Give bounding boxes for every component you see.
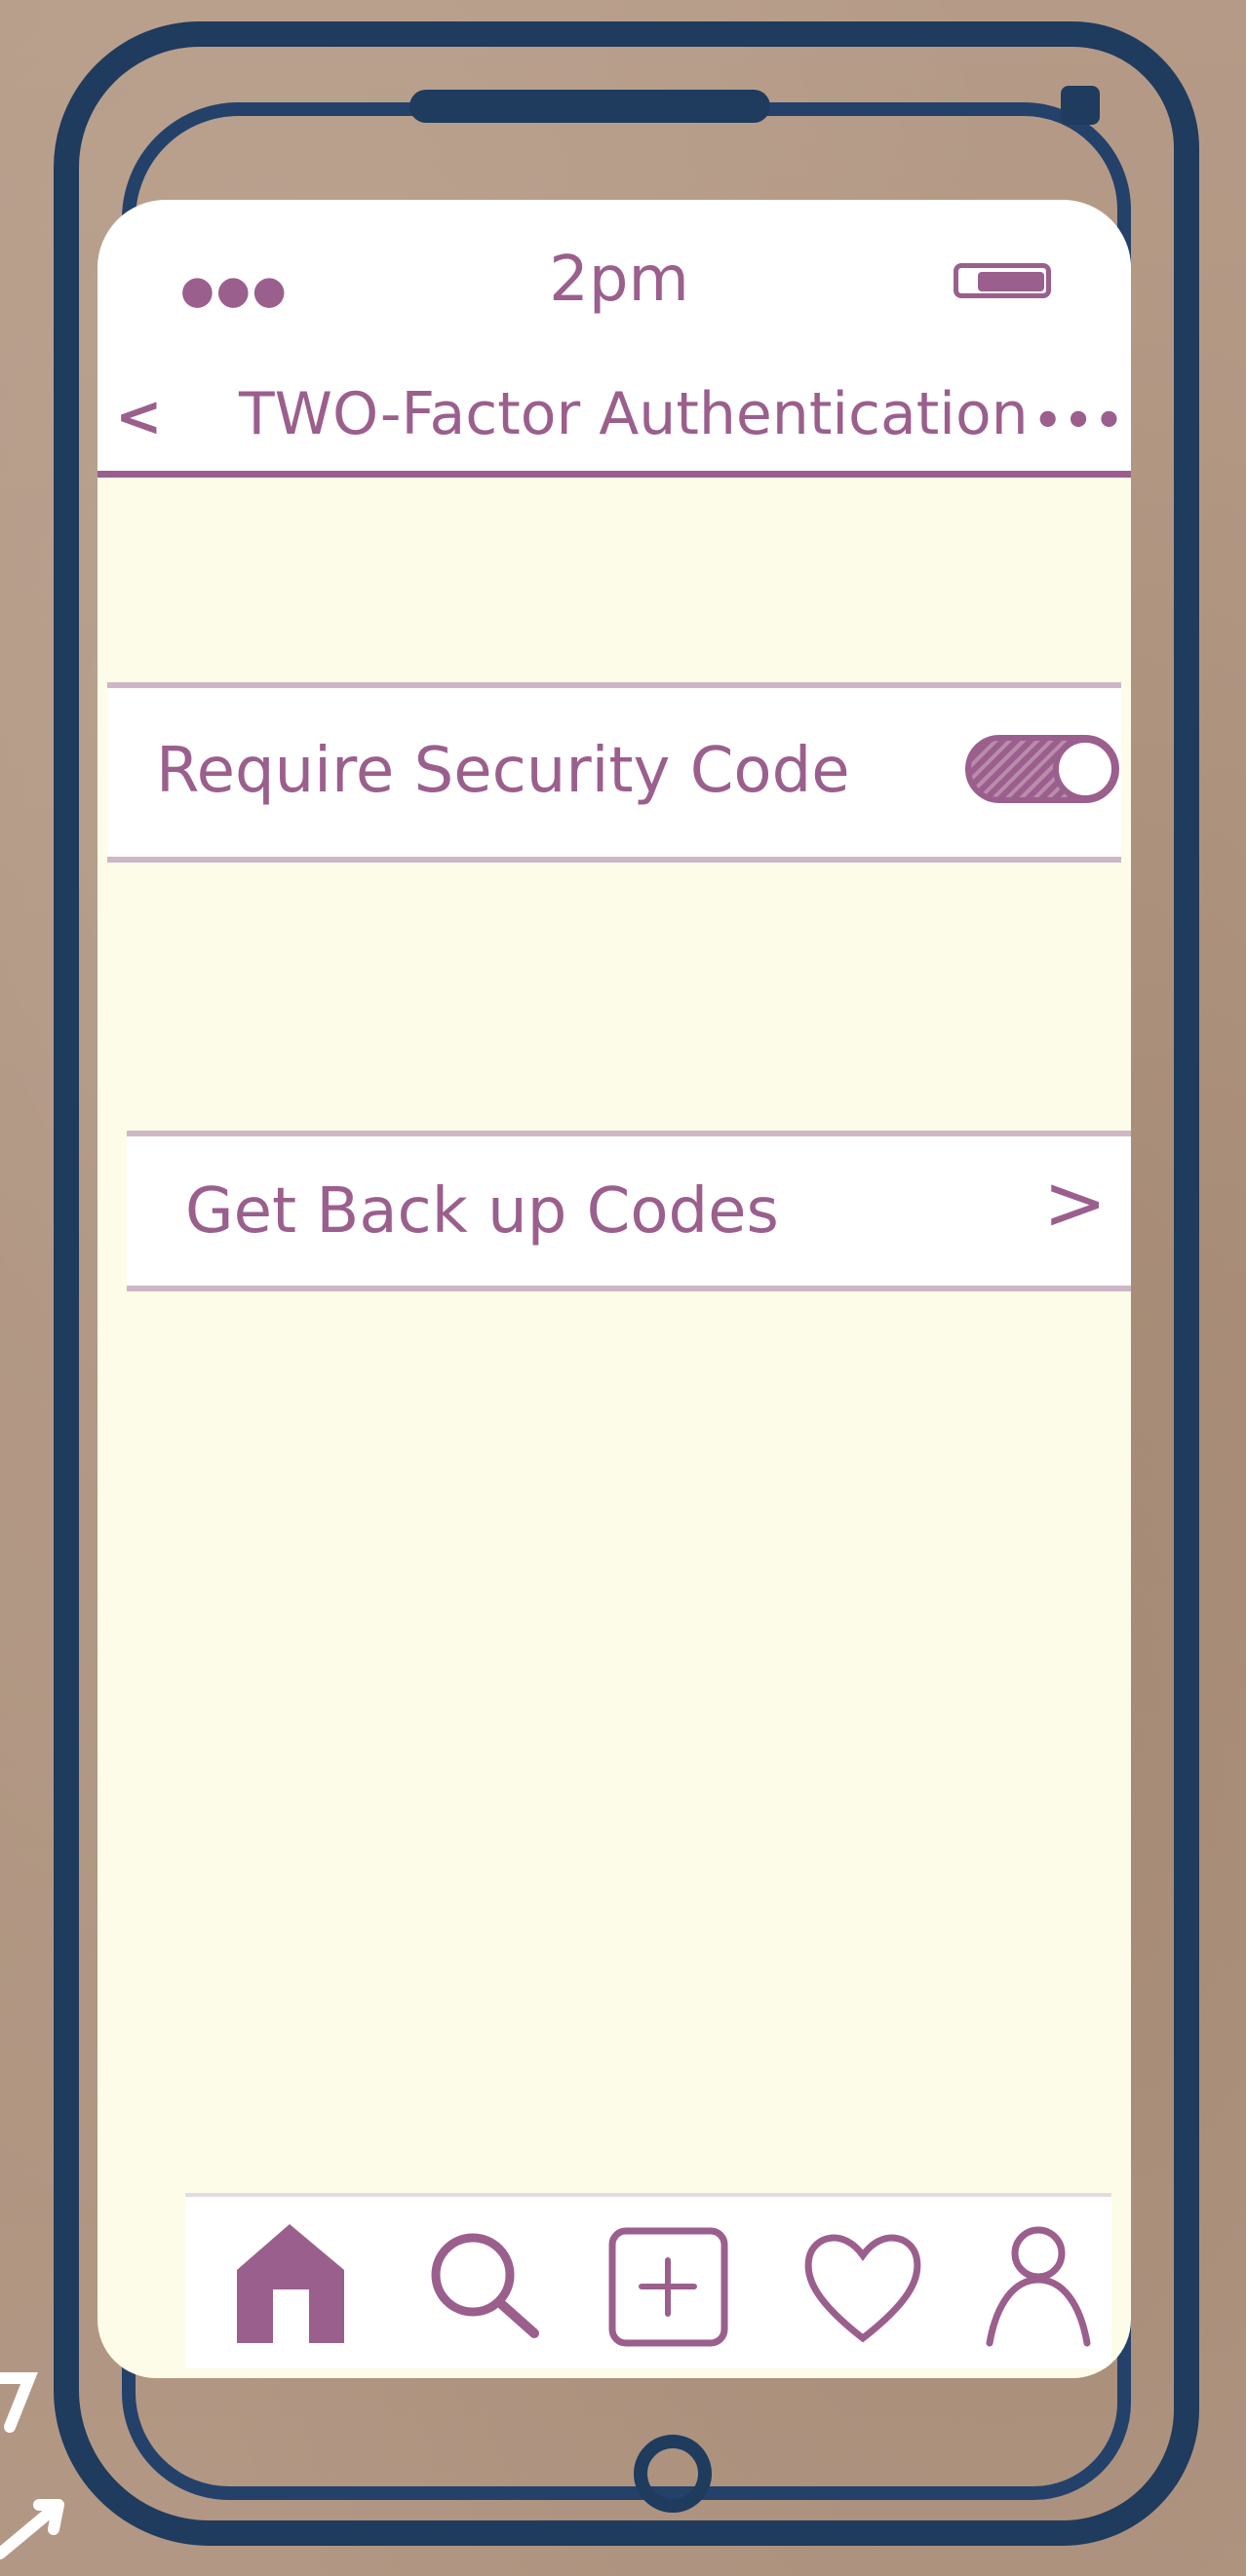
tab-activity[interactable] — [799, 2216, 926, 2353]
add-post-icon — [608, 2227, 728, 2347]
tab-add-post[interactable] — [604, 2216, 731, 2353]
sketch-arrow-marks — [0, 2372, 64, 2559]
tab-search[interactable] — [419, 2216, 546, 2353]
back-chevron-icon[interactable]: < — [115, 388, 163, 444]
home-icon — [237, 2224, 344, 2343]
require-security-code-row[interactable]: Require Security Code — [107, 682, 1121, 863]
status-bar: ●●● 2pm — [97, 200, 1131, 351]
chevron-right-icon: > — [1043, 1160, 1108, 1248]
phone-camera — [1061, 86, 1100, 125]
search-icon — [431, 2233, 539, 2338]
get-backup-codes-label: Get Back up Codes — [185, 1175, 779, 1248]
home-hardware-button[interactable] — [634, 2435, 712, 2513]
phone-speaker — [409, 90, 770, 123]
get-backup-codes-row[interactable]: Get Back up Codes > — [127, 1131, 1131, 1291]
profile-icon — [986, 2226, 1091, 2347]
require-security-code-label: Require Security Code — [156, 735, 850, 807]
navigation-bar: < TWO-Factor Authentication ••• — [97, 351, 1131, 478]
heart-icon — [804, 2234, 921, 2343]
tab-profile[interactable] — [975, 2216, 1102, 2353]
signal-icon: ●●● — [180, 268, 289, 313]
tab-bar — [185, 2193, 1111, 2368]
more-options-icon[interactable]: ••• — [1033, 394, 1125, 446]
status-time: 2pm — [549, 244, 689, 316]
page-title: TWO-Factor Authentication — [239, 380, 1029, 448]
toggle-knob — [1053, 737, 1117, 801]
battery-icon — [954, 263, 1051, 298]
tab-home[interactable] — [229, 2216, 356, 2353]
phone-screen: ●●● 2pm < TWO-Factor Authentication ••• … — [97, 200, 1131, 2378]
require-security-code-toggle[interactable] — [965, 735, 1119, 803]
